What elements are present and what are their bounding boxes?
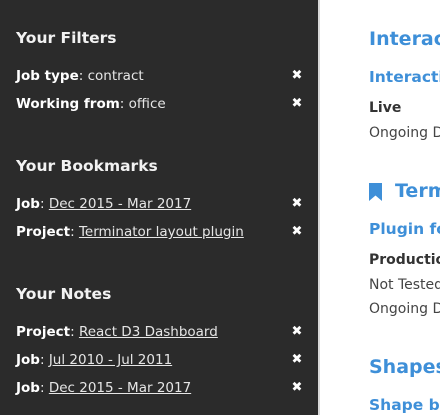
separator: : (70, 324, 75, 340)
filter-value: office (128, 96, 166, 112)
remove-note-icon[interactable]: ✖ (290, 350, 304, 370)
note-link[interactable]: Dec 2015 - Mar 2017 (49, 380, 191, 396)
bookmark-link[interactable]: Terminator layout plugin (79, 224, 244, 240)
note-item-job: Job: Dec 2015 - Mar 2017 ✖ (16, 378, 304, 398)
bookmarks-title: Your Bookmarks (16, 157, 158, 175)
note-item-job: Job: Jul 2010 - Jul 2011 ✖ (16, 350, 304, 370)
bookmark-key: Job (16, 196, 40, 212)
filter-item-job-type: Job type: contract ✖ (16, 66, 304, 86)
filter-value: contract (87, 68, 144, 84)
entry-title[interactable]: Interact (369, 28, 440, 50)
note-item-project: Project: React D3 Dashboard ✖ (16, 322, 304, 342)
remove-bookmark-icon[interactable]: ✖ (290, 194, 304, 214)
sidebar: Your Filters Job type: contract ✖ Workin… (0, 0, 318, 415)
notes-title: Your Notes (16, 285, 112, 303)
entry-label: Live (369, 100, 402, 116)
entry-title[interactable]: Term (395, 180, 440, 202)
separator: : (70, 224, 75, 240)
remove-bookmark-icon[interactable]: ✖ (290, 222, 304, 242)
note-link[interactable]: Jul 2010 - Jul 2011 (49, 352, 172, 368)
separator: : (119, 96, 125, 112)
bookmark-icon[interactable] (369, 183, 382, 201)
entry-text: Ongoing D (369, 125, 440, 141)
entry-subtitle[interactable]: Interactiv (369, 68, 440, 86)
entry-subtitle[interactable]: Shape ba (369, 396, 440, 414)
entry-text: Ongoing D (369, 301, 440, 317)
separator: : (78, 68, 84, 84)
entry-subtitle[interactable]: Plugin for (369, 220, 440, 238)
note-key: Job (16, 380, 40, 396)
separator: : (39, 196, 45, 212)
filter-key: Working from (16, 96, 120, 112)
entry-label: Production (369, 252, 440, 268)
bookmark-key: Project (16, 224, 71, 240)
main-content: Interact Interactiv Live Ongoing D Term … (320, 0, 440, 415)
note-link[interactable]: React D3 Dashboard (79, 324, 218, 340)
remove-note-icon[interactable]: ✖ (290, 322, 304, 342)
note-key: Job (16, 352, 40, 368)
filters-title: Your Filters (16, 29, 117, 47)
remove-filter-icon[interactable]: ✖ (290, 94, 304, 114)
bookmark-item-job: Job: Dec 2015 - Mar 2017 ✖ (16, 194, 304, 214)
separator: : (39, 352, 45, 368)
remove-filter-icon[interactable]: ✖ (290, 66, 304, 86)
filter-item-working-from: Working from: office ✖ (16, 94, 304, 114)
note-key: Project (16, 324, 71, 340)
entry-text: Not Tested (369, 277, 440, 293)
filter-key: Job type (16, 68, 79, 84)
separator: : (39, 380, 45, 396)
bookmark-link[interactable]: Dec 2015 - Mar 2017 (49, 196, 191, 212)
bookmark-item-project: Project: Terminator layout plugin ✖ (16, 222, 304, 242)
entry-title[interactable]: Shapes (369, 356, 440, 378)
remove-note-icon[interactable]: ✖ (290, 378, 304, 398)
